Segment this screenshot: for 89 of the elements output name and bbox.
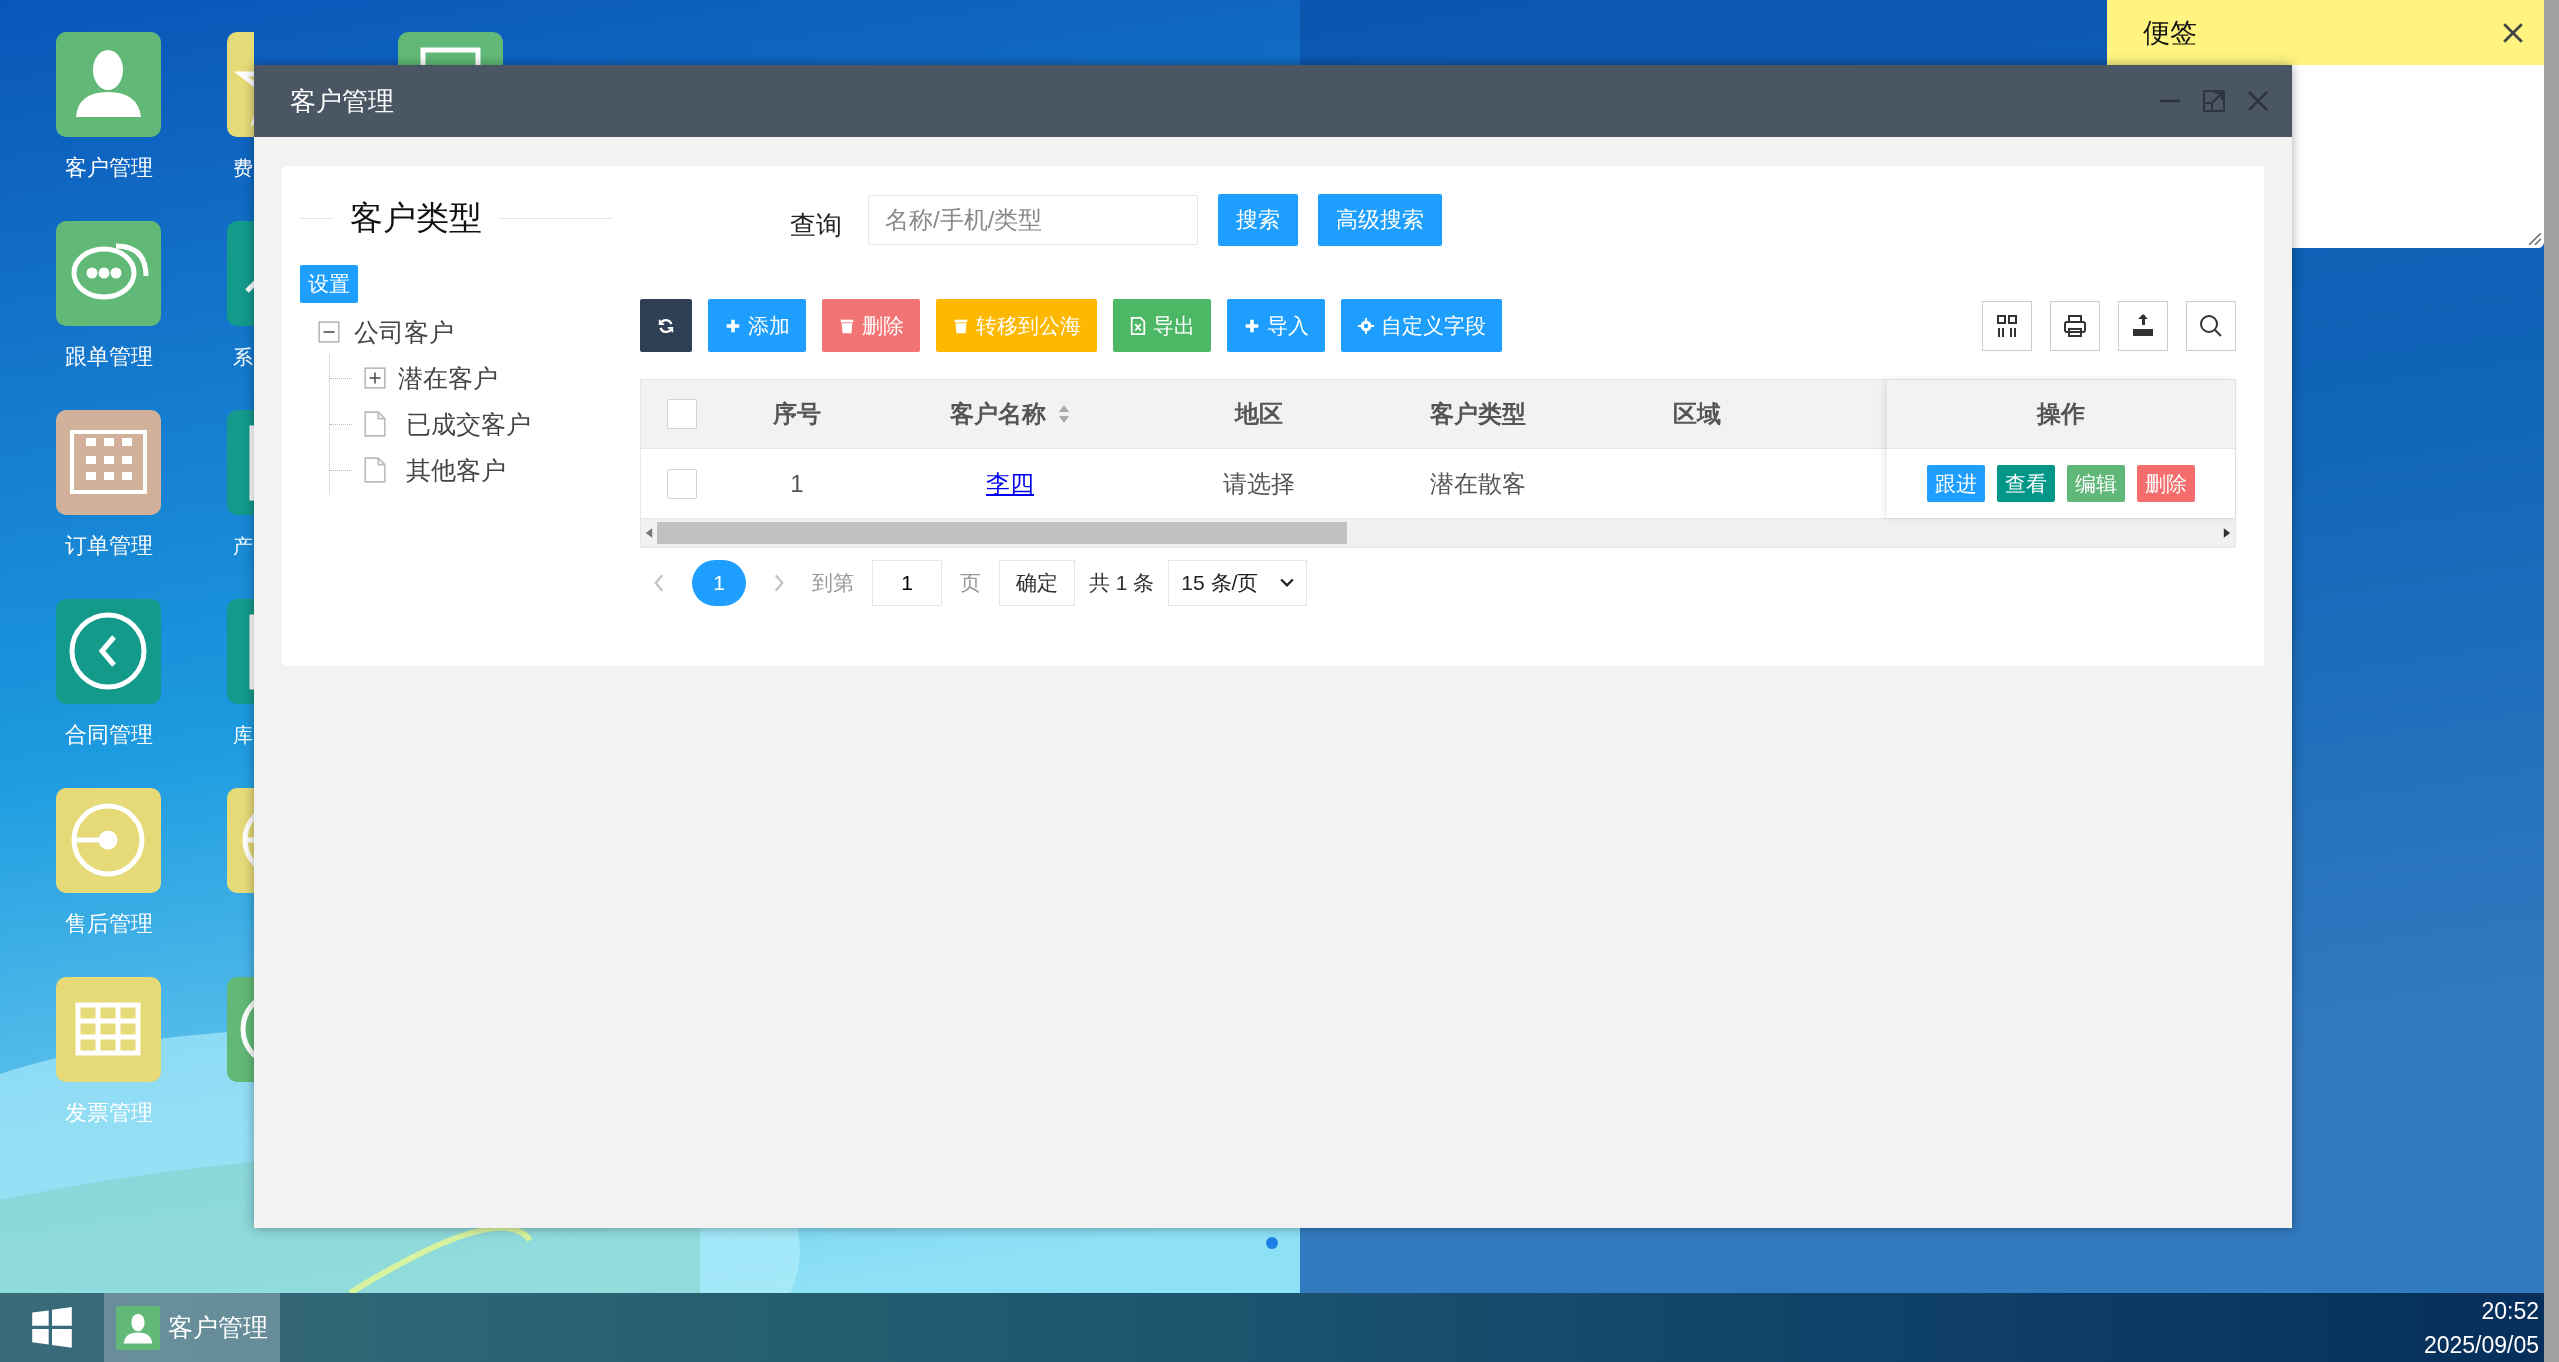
row-action-button[interactable]: 跟进: [1927, 465, 1985, 502]
app-label: 产: [233, 534, 253, 559]
search-button[interactable]: 搜索: [1218, 194, 1298, 246]
row-action-button[interactable]: 查看: [1997, 465, 2055, 502]
columns-icon[interactable]: [1982, 300, 2032, 351]
tree-item[interactable]: 已成交客户: [406, 407, 531, 441]
clock-time: 20:52: [2481, 1296, 2539, 1326]
total-count: 共 1 条: [1089, 570, 1155, 596]
expand-icon[interactable]: [364, 367, 386, 389]
calendar-app-icon[interactable]: [56, 410, 161, 515]
page-size-select[interactable]: 15 条/页: [1168, 560, 1308, 606]
column-header[interactable]: 区域: [1672, 398, 1721, 430]
app-label: 订单管理: [63, 532, 154, 560]
table-cell: 1: [790, 469, 804, 498]
tree-item[interactable]: 公司客户: [354, 315, 454, 349]
note-title: 便签: [2143, 16, 2197, 50]
app-label: 系: [233, 345, 253, 370]
previous-page-icon[interactable]: [652, 572, 666, 594]
resize-grip-icon[interactable]: [2528, 232, 2542, 246]
chat-app-icon[interactable]: [56, 221, 161, 326]
column-header[interactable]: 客户类型: [1429, 398, 1526, 430]
section-title: 客户类型: [350, 198, 482, 238]
grid-app-icon[interactable]: [56, 977, 161, 1082]
confirm-button[interactable]: 确定: [999, 560, 1075, 606]
column-header[interactable]: 地区: [1234, 398, 1283, 430]
settings-button[interactable]: 设置: [300, 265, 358, 303]
page-unit: 页: [960, 570, 981, 596]
refresh-icon: [657, 316, 675, 335]
refresh-button[interactable]: [640, 299, 692, 352]
column-header[interactable]: 客户名称: [950, 398, 1046, 430]
back-app-icon[interactable]: [56, 599, 161, 704]
doc-app-icon[interactable]: [227, 410, 254, 515]
export-button[interactable]: 导出: [1113, 299, 1211, 352]
export-icon[interactable]: [2118, 300, 2168, 351]
export-icon: [1129, 316, 1147, 335]
scrollbar[interactable]: [2544, 0, 2559, 1362]
file-icon: [364, 411, 386, 437]
tree-item[interactable]: 其他客户: [406, 453, 506, 487]
gauge-app-icon[interactable]: [227, 788, 254, 893]
chevron-down-icon: [1280, 578, 1295, 588]
goto-label: 到第: [812, 570, 854, 596]
page-input[interactable]: 1: [872, 560, 942, 606]
app-label: 客户管理: [63, 154, 154, 182]
window-title: 客户管理: [290, 84, 394, 118]
app-label: 发票管理: [63, 1099, 154, 1127]
table-cell-text: 潜在散客: [1429, 468, 1526, 499]
collapse-icon[interactable]: [318, 321, 340, 343]
sort-icon[interactable]: [1058, 404, 1070, 424]
column-header[interactable]: 序号: [773, 398, 821, 430]
app-label: 合同管理: [63, 721, 154, 749]
doc-app-icon[interactable]: [398, 32, 503, 65]
row-action-button[interactable]: 编辑: [2067, 465, 2125, 502]
delete-button[interactable]: 删除: [822, 299, 920, 352]
select-all-checkbox[interactable]: [667, 399, 697, 429]
add-button[interactable]: 添加: [708, 299, 806, 352]
column-header: 操作: [2037, 399, 2085, 429]
settings-button[interactable]: 自定义字段: [1341, 299, 1502, 352]
clock-date: 2025/09/05: [2423, 1330, 2539, 1360]
tree-item[interactable]: 潜在客户: [398, 361, 498, 395]
search-label: 查询: [790, 208, 842, 242]
settings-icon: [1357, 316, 1375, 335]
back-app-icon[interactable]: [227, 977, 254, 1082]
taskbar-app-button[interactable]: 客户管理: [104, 1293, 280, 1362]
person-icon: [116, 1305, 160, 1350]
horizontal-scrollbar[interactable]: [641, 518, 2235, 547]
doc-app-icon[interactable]: [227, 599, 254, 704]
row-action-button[interactable]: 删除: [2137, 465, 2195, 502]
search-field[interactable]: 名称/手机/类型: [868, 195, 1198, 245]
row-checkbox[interactable]: [667, 468, 697, 499]
app-label: 跟单管理: [63, 343, 154, 371]
app-label: 售后管理: [63, 910, 154, 938]
app-label: 费: [233, 156, 253, 181]
search-icon[interactable]: [2186, 300, 2236, 351]
person-app-icon[interactable]: [56, 32, 161, 137]
print-icon[interactable]: [2050, 300, 2100, 351]
gauge-app-icon[interactable]: [56, 788, 161, 893]
next-page-icon[interactable]: [772, 572, 786, 594]
add-button[interactable]: 导入: [1227, 299, 1325, 352]
search-button[interactable]: 高级搜索: [1318, 194, 1442, 246]
close-icon[interactable]: [2502, 21, 2524, 44]
file-icon: [364, 457, 386, 483]
maximize-icon[interactable]: [2202, 89, 2226, 113]
arrow-app-icon[interactable]: [227, 221, 254, 326]
customer-link[interactable]: 李四: [986, 467, 1034, 500]
table-cell-text: 请选择: [1222, 468, 1295, 499]
star-app-icon[interactable]: [227, 32, 254, 137]
windows-start-icon[interactable]: [30, 1305, 74, 1350]
page-button[interactable]: 1: [692, 560, 746, 606]
app-label: 库: [233, 723, 253, 748]
